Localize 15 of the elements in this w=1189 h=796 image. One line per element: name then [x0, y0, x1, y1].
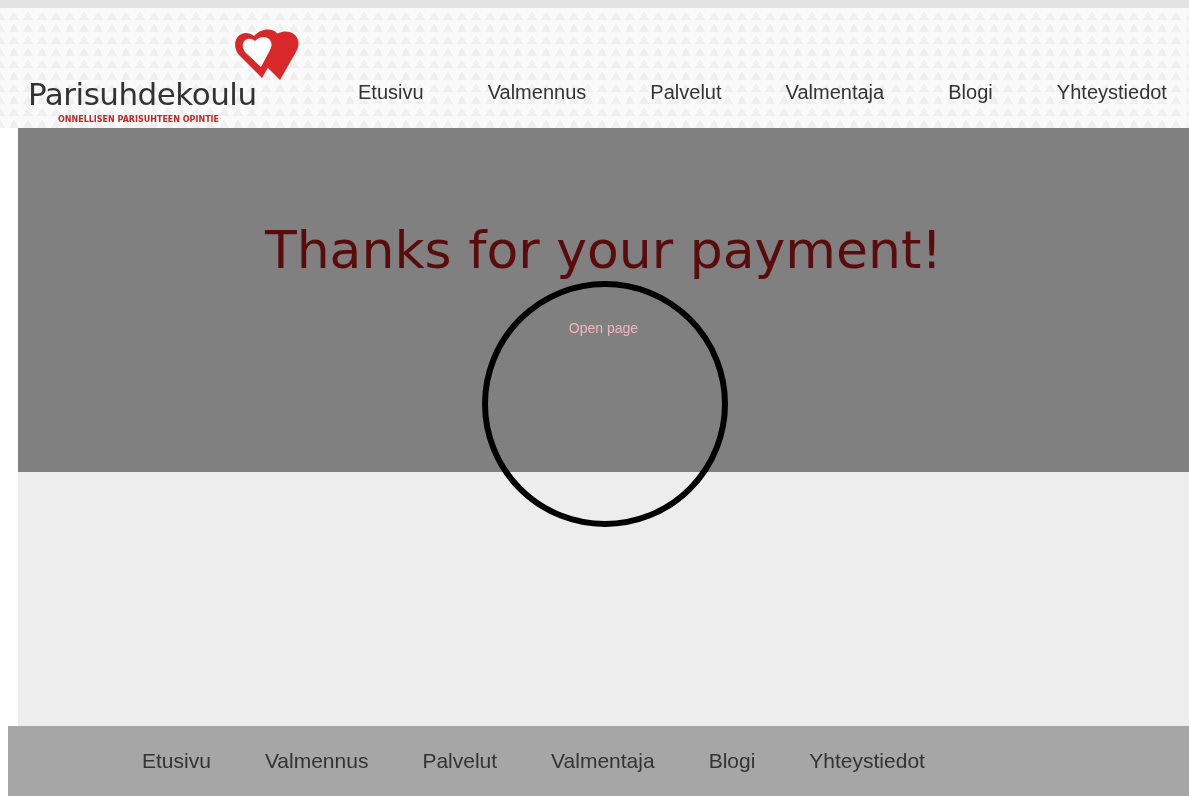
- nav-link[interactable]: Valmentaja: [785, 81, 885, 104]
- logo-wordmark[interactable]: Parisuhdekoulu: [28, 76, 257, 112]
- nav-link[interactable]: Valmentaja: [551, 749, 655, 773]
- nav-link[interactable]: Etusivu: [142, 749, 211, 773]
- nav-link[interactable]: Valmennus: [487, 81, 587, 104]
- nav-link[interactable]: Etusivu: [358, 81, 424, 104]
- nav-link[interactable]: Blogi: [708, 749, 756, 773]
- nav-link[interactable]: Yhteystiedot: [809, 749, 925, 773]
- nav-link[interactable]: Palvelut: [422, 749, 498, 773]
- nav-link[interactable]: Blogi: [948, 81, 993, 104]
- nav-link[interactable]: Palvelut: [650, 81, 722, 104]
- thanks-heading: Thanks for your payment!: [264, 220, 943, 280]
- nav-link[interactable]: Yhteystiedot: [1056, 81, 1167, 104]
- nav-link[interactable]: Valmennus: [264, 749, 369, 773]
- logo-tagline: ONNELLISEN PARISUHTEEN OPINTIE: [58, 115, 220, 124]
